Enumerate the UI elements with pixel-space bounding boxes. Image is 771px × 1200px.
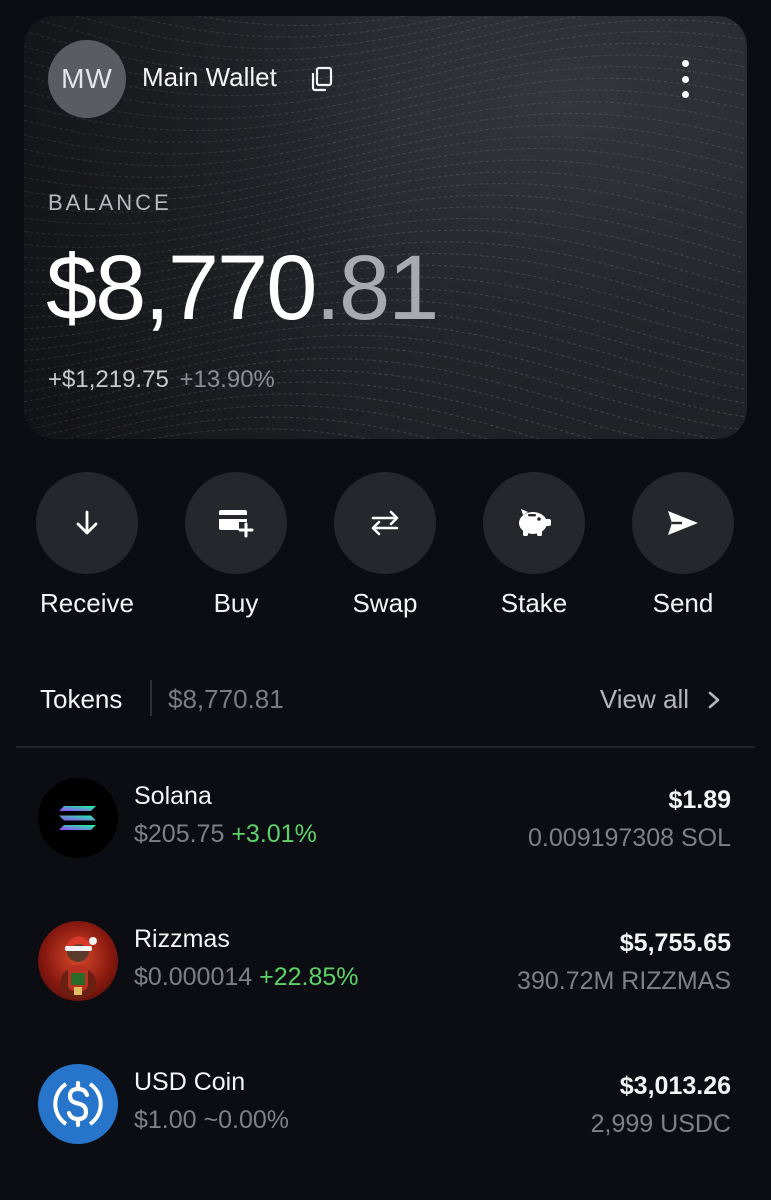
- send-button[interactable]: Send: [608, 472, 758, 619]
- balance-cents: .81: [315, 237, 439, 339]
- buy-button[interactable]: Buy: [161, 472, 311, 619]
- stake-button[interactable]: Stake: [459, 472, 609, 619]
- balance-card: MW Main Wallet BALANCE $8,770.81 +$1,219…: [24, 16, 747, 439]
- quick-actions: Receive Buy Swap Stake Send: [0, 472, 771, 632]
- receive-button[interactable]: Receive: [12, 472, 162, 619]
- balance-label: BALANCE: [48, 190, 172, 215]
- tokens-title: Tokens: [40, 684, 123, 714]
- arrow-down-icon: [76, 510, 98, 535]
- swap-label: Swap: [352, 588, 418, 618]
- token-value: $5,755.65: [619, 929, 731, 957]
- token-name: Solana: [134, 782, 212, 810]
- card-plus-icon: [219, 510, 254, 538]
- balance-change-absolute: +$1,219.75: [48, 366, 169, 393]
- token-price-value: $0.000014: [134, 963, 253, 991]
- balance-amount: $8,770.81: [46, 242, 439, 334]
- paper-plane-icon: [668, 511, 698, 535]
- copy-icon[interactable]: [310, 66, 334, 92]
- receive-label: Receive: [40, 588, 134, 618]
- token-price-change: ~0.00%: [203, 1106, 290, 1134]
- token-value: $3,013.26: [619, 1072, 731, 1100]
- balance-change: +$1,219.75 +13.90%: [48, 366, 275, 394]
- token-amount: 0.009197308 SOL: [528, 824, 731, 852]
- buy-circle[interactable]: [185, 472, 287, 574]
- more-options-icon[interactable]: [670, 60, 700, 98]
- token-name: USD Coin: [134, 1068, 246, 1096]
- token-row-solana[interactable]: Solana $205.75 +3.01% $1.89 0.009197308 …: [0, 778, 771, 878]
- token-name: Rizzmas: [134, 925, 230, 953]
- avatar-initials: MW: [61, 63, 113, 94]
- usdc-logo-icon: [38, 1064, 118, 1144]
- wallet-name[interactable]: Main Wallet: [142, 62, 277, 93]
- token-price: $0.000014 +22.85%: [134, 963, 359, 992]
- token-price-value: $1.00: [134, 1106, 197, 1134]
- avatar[interactable]: MW: [48, 40, 126, 118]
- stake-circle[interactable]: [483, 472, 585, 574]
- token-price-change: +3.01%: [231, 820, 317, 848]
- view-all-link[interactable]: View all: [600, 684, 721, 715]
- tokens-header: Tokens $8,770.81 View all: [16, 668, 755, 748]
- token-row-rizzmas[interactable]: Rizzmas $0.000014 +22.85% $5,755.65 390.…: [0, 921, 771, 1021]
- stake-label: Stake: [500, 588, 568, 618]
- token-amount: 390.72M RIZZMAS: [517, 967, 731, 995]
- buy-label: Buy: [213, 588, 259, 618]
- token-amount: 2,999 USDC: [590, 1110, 731, 1138]
- tokens-total: $8,770.81: [168, 684, 284, 714]
- token-price-value: $205.75: [134, 820, 225, 848]
- token-value: $1.89: [668, 786, 731, 814]
- send-circle[interactable]: [632, 472, 734, 574]
- balance-main: $8,770: [46, 237, 317, 339]
- swap-circle[interactable]: [334, 472, 436, 574]
- chevron-right-icon: [708, 691, 720, 708]
- solana-logo-icon: [38, 778, 118, 858]
- piggy-bank-icon: [519, 509, 551, 536]
- rizzmas-logo-icon: [38, 921, 118, 1001]
- balance-change-percent: +13.90%: [179, 366, 275, 393]
- send-label: Send: [652, 588, 714, 618]
- token-row-usd-coin[interactable]: USD Coin $1.00 ~0.00% $3,013.26 2,999 US…: [0, 1064, 771, 1164]
- view-all-label: View all: [599, 684, 689, 714]
- token-price-change: +22.85%: [259, 963, 359, 991]
- tokens-divider: [150, 680, 152, 716]
- receive-circle[interactable]: [36, 472, 138, 574]
- wallet-screen: MW Main Wallet BALANCE $8,770.81 +$1,219…: [0, 0, 771, 1200]
- token-price: $205.75 +3.01%: [134, 820, 317, 849]
- swap-button[interactable]: Swap: [310, 472, 460, 619]
- token-price: $1.00 ~0.00%: [134, 1106, 289, 1135]
- swap-arrows-icon: [371, 510, 399, 536]
